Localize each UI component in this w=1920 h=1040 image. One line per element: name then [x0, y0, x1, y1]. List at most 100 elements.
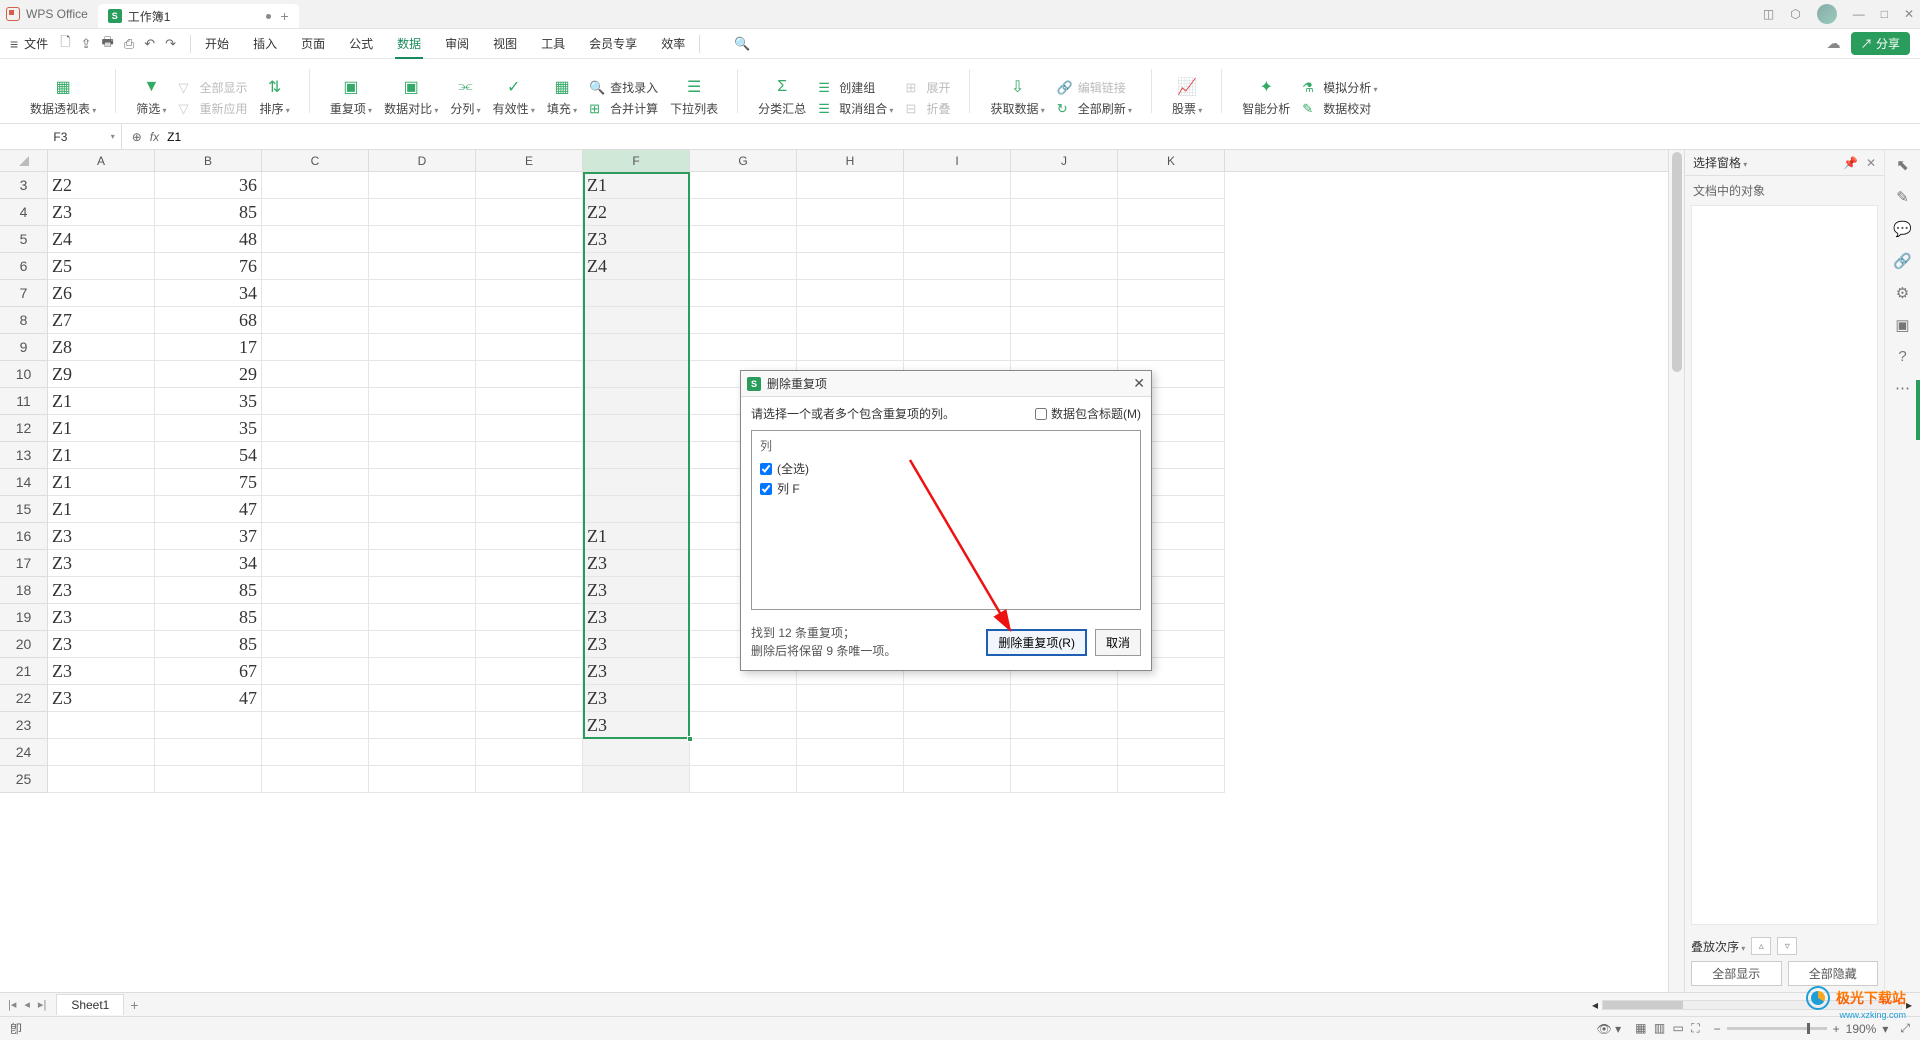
- cell[interactable]: Z3: [583, 226, 690, 253]
- cell[interactable]: [690, 280, 797, 307]
- row-header[interactable]: 13: [0, 442, 48, 469]
- cell[interactable]: [369, 388, 476, 415]
- text-to-columns-button[interactable]: ⫘分列: [444, 70, 486, 123]
- help-tool-icon[interactable]: ?: [1898, 348, 1906, 365]
- row-header[interactable]: 6: [0, 253, 48, 280]
- cell[interactable]: [369, 658, 476, 685]
- column-header[interactable]: K: [1118, 150, 1225, 171]
- cell[interactable]: [797, 766, 904, 793]
- smart-analysis-button[interactable]: ✦智能分析: [1236, 70, 1296, 123]
- cell[interactable]: [262, 712, 369, 739]
- cell[interactable]: Z7: [48, 307, 155, 334]
- simulation-button[interactable]: ⚗模拟分析: [1302, 79, 1377, 96]
- print-preview-icon[interactable]: ⎙: [124, 36, 134, 52]
- column-header[interactable]: D: [369, 150, 476, 171]
- cube-icon[interactable]: ⬡: [1790, 7, 1800, 21]
- prev-sheet-button[interactable]: ◂: [24, 998, 30, 1011]
- row-header[interactable]: 8: [0, 307, 48, 334]
- row-header[interactable]: 22: [0, 685, 48, 712]
- cell[interactable]: [1118, 172, 1225, 199]
- cell[interactable]: [369, 280, 476, 307]
- dialog-title-bar[interactable]: S 删除重复项 ✕: [741, 371, 1151, 397]
- group-button[interactable]: ☰创建组: [818, 79, 893, 96]
- cell[interactable]: [583, 739, 690, 766]
- row-header[interactable]: 7: [0, 280, 48, 307]
- pin-icon[interactable]: 📌: [1843, 156, 1858, 170]
- zoom-control[interactable]: − + 190% ▾: [1714, 1022, 1889, 1036]
- cell[interactable]: [690, 307, 797, 334]
- column-header[interactable]: C: [262, 150, 369, 171]
- cell[interactable]: [369, 172, 476, 199]
- zoom-in-button[interactable]: +: [1833, 1022, 1840, 1036]
- cell[interactable]: [155, 766, 262, 793]
- cell[interactable]: [369, 442, 476, 469]
- cell[interactable]: [262, 766, 369, 793]
- cell[interactable]: 85: [155, 199, 262, 226]
- undo-icon[interactable]: ↶: [144, 36, 155, 52]
- cell[interactable]: [476, 334, 583, 361]
- cell[interactable]: [1011, 766, 1118, 793]
- select-tool-icon[interactable]: ⬉: [1896, 156, 1909, 174]
- cell[interactable]: Z1: [48, 469, 155, 496]
- cell[interactable]: 48: [155, 226, 262, 253]
- redo-icon[interactable]: ↷: [165, 36, 176, 52]
- cell[interactable]: [369, 550, 476, 577]
- cell[interactable]: [476, 739, 583, 766]
- cell[interactable]: [155, 712, 262, 739]
- cell[interactable]: [262, 253, 369, 280]
- cell[interactable]: [476, 712, 583, 739]
- cell[interactable]: [369, 199, 476, 226]
- row-header[interactable]: 18: [0, 577, 48, 604]
- page-view-button[interactable]: ▥: [1654, 1021, 1665, 1035]
- cell[interactable]: 29: [155, 361, 262, 388]
- cell[interactable]: [583, 361, 690, 388]
- cell[interactable]: [797, 739, 904, 766]
- cell[interactable]: Z3: [583, 658, 690, 685]
- cell[interactable]: [690, 226, 797, 253]
- cell[interactable]: [262, 334, 369, 361]
- cell[interactable]: Z3: [48, 604, 155, 631]
- pane-title[interactable]: 选择窗格: [1693, 154, 1747, 171]
- cell[interactable]: [262, 226, 369, 253]
- stack-order-dropdown[interactable]: 叠放次序: [1691, 938, 1745, 955]
- validity-button[interactable]: ✓有效性: [487, 70, 541, 123]
- row-header[interactable]: 10: [0, 361, 48, 388]
- row-header[interactable]: 19: [0, 604, 48, 631]
- column-header[interactable]: G: [690, 150, 797, 171]
- cell[interactable]: [476, 523, 583, 550]
- cell[interactable]: [262, 307, 369, 334]
- column-header[interactable]: F: [583, 150, 690, 171]
- cell[interactable]: [262, 442, 369, 469]
- cell[interactable]: [1118, 766, 1225, 793]
- cell[interactable]: Z3: [48, 631, 155, 658]
- cell[interactable]: Z1: [48, 496, 155, 523]
- cell[interactable]: Z3: [583, 577, 690, 604]
- cell[interactable]: [262, 280, 369, 307]
- cell[interactable]: [583, 307, 690, 334]
- cell[interactable]: Z1: [48, 388, 155, 415]
- cell[interactable]: Z3: [583, 712, 690, 739]
- cloud-icon[interactable]: ☁: [1827, 35, 1841, 52]
- cell[interactable]: [583, 496, 690, 523]
- cell[interactable]: [583, 469, 690, 496]
- column-header[interactable]: B: [155, 150, 262, 171]
- row-header[interactable]: 4: [0, 199, 48, 226]
- cell[interactable]: 85: [155, 577, 262, 604]
- cell[interactable]: [690, 712, 797, 739]
- cell[interactable]: [476, 442, 583, 469]
- cell[interactable]: [1118, 226, 1225, 253]
- cell[interactable]: [369, 415, 476, 442]
- cell[interactable]: [476, 226, 583, 253]
- cell[interactable]: [369, 334, 476, 361]
- fullscreen-view-button[interactable]: ⛶: [1691, 1021, 1699, 1035]
- formula-input[interactable]: [167, 130, 1910, 144]
- cell[interactable]: 47: [155, 685, 262, 712]
- cell[interactable]: [155, 739, 262, 766]
- cell[interactable]: Z3: [48, 658, 155, 685]
- row-header[interactable]: 24: [0, 739, 48, 766]
- refresh-all-button[interactable]: ↻全部刷新: [1057, 100, 1132, 117]
- zoom-formula-icon[interactable]: ⊕: [132, 130, 142, 144]
- cell[interactable]: [583, 766, 690, 793]
- cell[interactable]: [904, 226, 1011, 253]
- cell[interactable]: [904, 685, 1011, 712]
